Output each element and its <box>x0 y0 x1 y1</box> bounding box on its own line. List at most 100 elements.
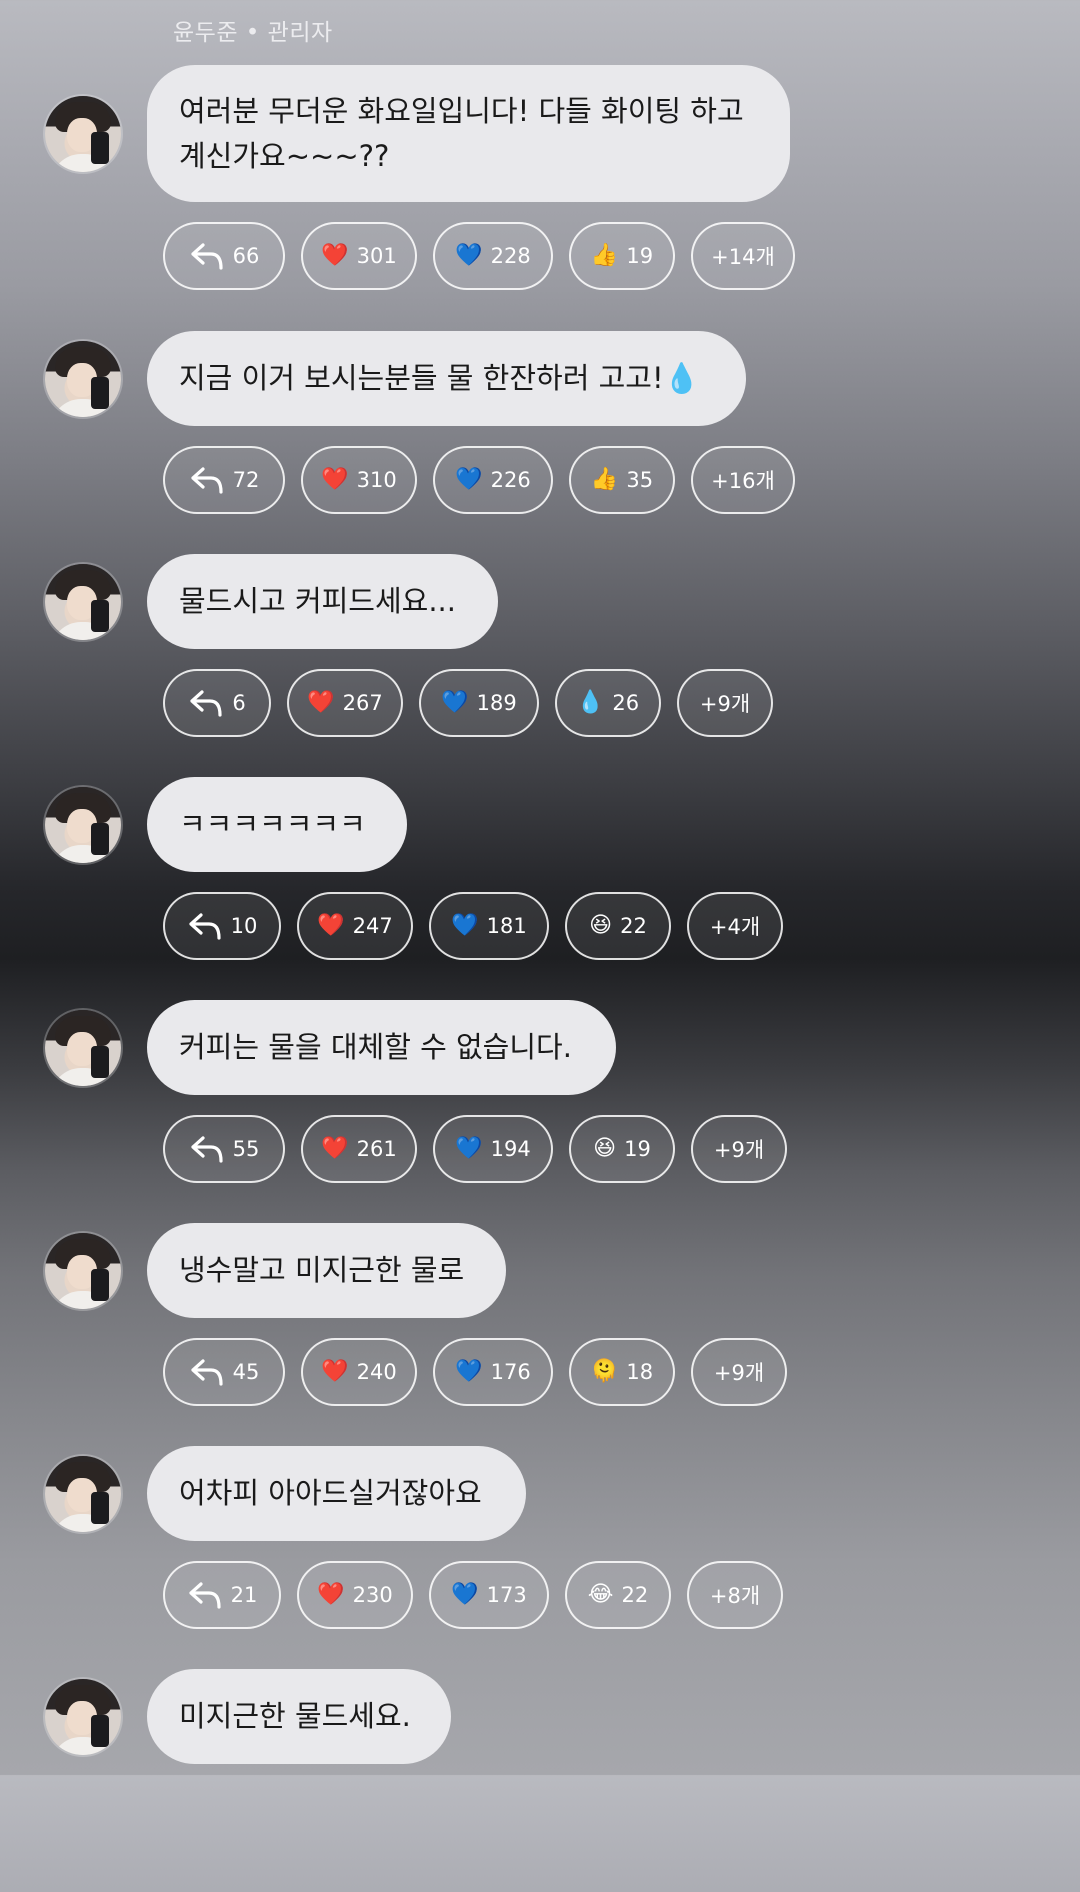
reaction-count: 226 <box>490 468 531 492</box>
reaction-chip-grinning-squint[interactable]: 😆 22 <box>565 892 671 960</box>
message-item: 미지근한 물드세요. <box>0 1669 1080 1892</box>
reaction-chip-heart[interactable]: ❤️ 240 <box>301 1338 417 1406</box>
message-bubble[interactable]: 물드시고 커피드세요... <box>147 554 498 649</box>
more-reactions-label: +9개 <box>699 692 751 716</box>
more-reactions-button[interactable]: +16개 <box>691 446 795 514</box>
blue-heart-icon: 💙 <box>455 243 483 268</box>
reaction-chip-blue-heart[interactable]: 💙 173 <box>429 1561 549 1629</box>
reaction-chip-hugging-face[interactable]: 🫠 18 <box>569 1338 675 1406</box>
reaction-chip-thumbs-up[interactable]: 👍 19 <box>569 222 675 290</box>
reaction-chip-blue-heart[interactable]: 💙 181 <box>429 892 549 960</box>
reaction-chip-heart[interactable]: ❤️ 310 <box>301 446 417 514</box>
reaction-count: 176 <box>490 1360 531 1384</box>
message-item: 커피는 물을 대체할 수 없습니다. 55 ❤️ 261 💙 194 😆 19 +9개 <box>0 1000 1080 1223</box>
reaction-chip-blue-heart[interactable]: 💙 226 <box>433 446 553 514</box>
more-reactions-label: +16개 <box>711 469 775 493</box>
reaction-chip-blue-heart[interactable]: 💙 228 <box>433 222 553 290</box>
reaction-chip-heart[interactable]: ❤️ 267 <box>287 669 403 737</box>
message-bubble[interactable]: 어차피 아아드실거잖아요 <box>147 1446 526 1541</box>
more-reactions-button[interactable]: +9개 <box>691 1338 787 1406</box>
reply-button[interactable]: 21 <box>163 1561 281 1629</box>
avatar-phone <box>91 822 109 855</box>
message-item: ㅋㅋㅋㅋㅋㅋㅋ 10 ❤️ 247 💙 181 😆 22 +4개 <box>0 777 1080 1000</box>
reaction-row: 10 ❤️ 247 💙 181 😆 22 +4개 <box>163 892 783 960</box>
reply-icon <box>187 911 223 941</box>
reply-button[interactable]: 72 <box>163 446 285 514</box>
more-reactions-label: +4개 <box>709 915 761 939</box>
reaction-chip-heart[interactable]: ❤️ 247 <box>297 892 413 960</box>
thumbs-up-icon: 👍 <box>590 467 619 492</box>
reply-button[interactable]: 6 <box>163 669 271 737</box>
avatar[interactable] <box>45 1455 121 1532</box>
message-bubble[interactable]: 미지근한 물드세요. <box>147 1669 451 1764</box>
reply-button[interactable]: 45 <box>163 1338 285 1406</box>
avatar-phone <box>91 1268 109 1301</box>
message-bubble[interactable]: 여러분 무더운 화요일입니다! 다들 화이팅 하고 계신가요~~~?? <box>147 65 790 202</box>
reply-count: 45 <box>232 1360 260 1384</box>
avatar[interactable] <box>45 340 121 417</box>
more-reactions-button[interactable]: +14개 <box>691 222 795 290</box>
reply-icon <box>189 1134 225 1164</box>
reaction-chip-blue-heart[interactable]: 💙 176 <box>433 1338 553 1406</box>
reaction-count: 181 <box>486 914 527 938</box>
message-item: 어차피 아아드실거잖아요 21 ❤️ 230 💙 173 😂 22 +8개 <box>0 1446 1080 1669</box>
avatar[interactable] <box>45 563 121 640</box>
reaction-count: 230 <box>352 1583 393 1607</box>
sender-name-role: 윤두준 • 관리자 <box>173 20 333 46</box>
avatar-phone <box>91 599 109 632</box>
blue-heart-icon: 💙 <box>455 467 483 492</box>
avatar[interactable] <box>45 1232 121 1309</box>
hugging-face-icon: 🫠 <box>590 1359 619 1384</box>
reaction-count: 194 <box>490 1137 531 1161</box>
avatar-phone <box>91 1714 109 1747</box>
reaction-count: 22 <box>621 1583 649 1607</box>
message-bubble[interactable]: 지금 이거 보시는분들 물 한잔하러 고고!💧 <box>147 331 746 426</box>
reaction-count: 22 <box>620 914 647 938</box>
more-reactions-button[interactable]: +8개 <box>687 1561 783 1629</box>
reaction-chip-heart[interactable]: ❤️ 301 <box>301 222 417 290</box>
more-reactions-label: +9개 <box>713 1138 765 1162</box>
message-text: 물드시고 커피드세요... <box>179 584 456 618</box>
reaction-chip-heart[interactable]: ❤️ 261 <box>301 1115 417 1183</box>
heart-icon: ❤️ <box>321 243 349 268</box>
reply-button[interactable]: 10 <box>163 892 281 960</box>
reply-icon <box>187 1580 223 1610</box>
reaction-chip-blue-heart[interactable]: 💙 189 <box>419 669 539 737</box>
reply-icon <box>189 241 225 271</box>
grinning-squint-icon: 😆 <box>589 913 613 938</box>
reply-button[interactable]: 66 <box>163 222 285 290</box>
avatar[interactable] <box>45 786 121 863</box>
heart-icon: ❤️ <box>321 1359 349 1384</box>
message-bubble[interactable]: ㅋㅋㅋㅋㅋㅋㅋ <box>147 777 407 872</box>
message-text: ㅋㅋㅋㅋㅋㅋㅋ <box>179 807 366 841</box>
reaction-chip-tears-of-joy[interactable]: 😂 22 <box>565 1561 671 1629</box>
reaction-chip-blue-heart[interactable]: 💙 194 <box>433 1115 553 1183</box>
reply-count: 10 <box>230 914 258 938</box>
message-text: 지금 이거 보시는분들 물 한잔하러 고고!💧 <box>179 361 700 395</box>
more-reactions-button[interactable]: +4개 <box>687 892 783 960</box>
reaction-chip-heart[interactable]: ❤️ 230 <box>297 1561 413 1629</box>
reaction-count: 18 <box>626 1360 654 1384</box>
avatar-phone <box>91 131 109 164</box>
blue-heart-icon: 💙 <box>451 913 479 938</box>
avatar[interactable] <box>45 1009 121 1086</box>
reply-count: 72 <box>232 468 260 492</box>
message-bubble[interactable]: 커피는 물을 대체할 수 없습니다. <box>147 1000 616 1095</box>
reply-count: 66 <box>232 244 260 268</box>
reaction-count: 228 <box>490 244 531 268</box>
blue-heart-icon: 💙 <box>455 1136 483 1161</box>
message-text: 여러분 무더운 화요일입니다! 다들 화이팅 하고 계신가요~~~?? <box>179 93 744 173</box>
reaction-chip-droplet[interactable]: 💧 26 <box>555 669 661 737</box>
message-text: 미지근한 물드세요. <box>179 1699 411 1733</box>
avatar[interactable] <box>45 95 121 172</box>
avatar[interactable] <box>45 1678 121 1755</box>
more-reactions-button[interactable]: +9개 <box>691 1115 787 1183</box>
more-reactions-button[interactable]: +9개 <box>677 669 773 737</box>
message-bubble[interactable]: 냉수말고 미지근한 물로 <box>147 1223 506 1318</box>
reply-button[interactable]: 55 <box>163 1115 285 1183</box>
heart-icon: ❤️ <box>317 913 345 938</box>
reaction-row: 55 ❤️ 261 💙 194 😆 19 +9개 <box>163 1115 787 1183</box>
reaction-row: 21 ❤️ 230 💙 173 😂 22 +8개 <box>163 1561 783 1629</box>
reaction-chip-grinning-squint[interactable]: 😆 19 <box>569 1115 675 1183</box>
reaction-chip-thumbs-up[interactable]: 👍 35 <box>569 446 675 514</box>
